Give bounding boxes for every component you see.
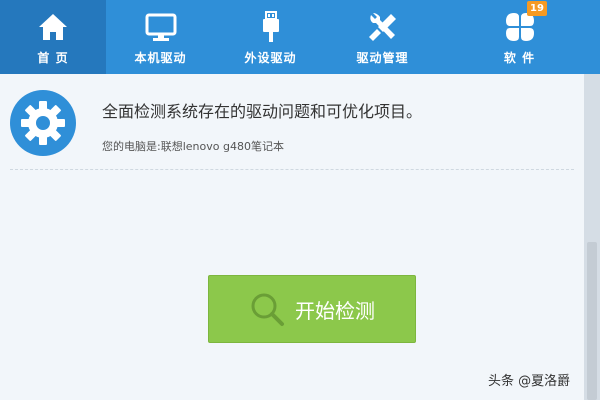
monitor-icon [144,10,178,44]
nav-item-software[interactable]: 软 件 19 [439,0,600,74]
dashed-divider [10,169,574,170]
scrollbar-thumb[interactable] [587,242,597,400]
home-icon [36,10,70,44]
nav-label-local-drivers: 本机驱动 [134,51,187,65]
start-scan-label: 开始检测 [295,298,375,323]
start-scan-button[interactable]: 开始检测 [208,275,416,343]
nav-label-peripheral-drivers: 外设驱动 [244,51,297,65]
scan-description: 全面检测系统存在的驱动问题和可优化项目。 [102,102,423,121]
system-info-panel: 全面检测系统存在的驱动问题和可优化项目。 您的电脑是:联想lenovo g480… [10,88,570,168]
nav-item-driver-management[interactable]: 驱动管理 [326,0,439,74]
computer-model-text: 您的电脑是:联想lenovo g480笔记本 [102,140,284,153]
search-icon [251,293,284,326]
nav-item-local-drivers[interactable]: 本机驱动 [106,0,215,74]
tools-icon [366,10,400,44]
main-content: 全面检测系统存在的驱动问题和可优化项目。 您的电脑是:联想lenovo g480… [0,74,584,400]
watermark-text: 头条 @夏洛爵 [488,374,571,389]
nav-item-peripheral-drivers[interactable]: 外设驱动 [215,0,326,74]
usb-plug-icon [254,10,288,44]
nav-label-software: 软 件 [503,51,536,65]
vertical-scrollbar[interactable] [584,74,600,400]
gear-icon [10,90,76,156]
nav-label-home: 首 页 [37,51,69,65]
software-update-badge: 19 [527,1,547,16]
top-navigation: 首 页 本机驱动 外设驱动 驱动管理 软 件 19 [0,0,600,74]
nav-label-driver-management: 驱动管理 [356,51,409,65]
nav-item-home[interactable]: 首 页 [0,0,106,74]
